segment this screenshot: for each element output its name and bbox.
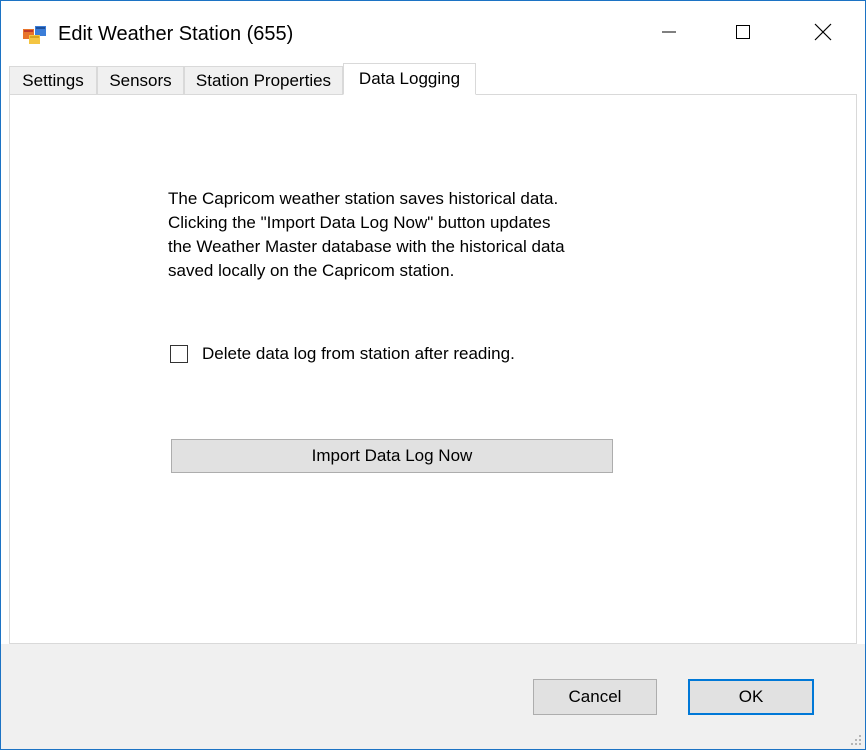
title-bar[interactable]: Edit Weather Station (655)	[1, 1, 865, 63]
delete-log-checkbox[interactable]	[170, 345, 188, 363]
ok-button[interactable]: OK	[688, 679, 814, 715]
tab-strip: Settings Sensors Station Properties Data…	[9, 63, 859, 95]
resize-grip-icon[interactable]	[849, 733, 863, 747]
delete-log-option[interactable]: Delete data log from station after readi…	[168, 341, 515, 367]
form-window-icon	[23, 23, 47, 45]
data-log-description: The Capricom weather station saves histo…	[168, 189, 565, 280]
cancel-button[interactable]: Cancel	[533, 679, 657, 715]
minimize-button[interactable]	[641, 1, 697, 63]
close-button[interactable]	[795, 1, 851, 63]
tab-data-logging[interactable]: Data Logging	[343, 63, 476, 95]
delete-log-checkbox-label[interactable]: Delete data log from station after readi…	[202, 344, 515, 364]
data-logging-panel: The Capricom weather station saves histo…	[9, 94, 857, 644]
import-data-log-button[interactable]: Import Data Log Now	[171, 439, 613, 473]
tab-sensors[interactable]: Sensors	[97, 66, 184, 94]
window-title: Edit Weather Station (655)	[58, 23, 294, 45]
tab-settings[interactable]: Settings	[9, 66, 97, 94]
dialog-footer: Cancel OK	[1, 644, 865, 749]
tab-station-properties[interactable]: Station Properties	[184, 66, 343, 94]
edit-weather-station-window: Edit Weather Station (655) Settings Sens…	[0, 0, 866, 750]
maximize-button[interactable]	[715, 1, 771, 63]
